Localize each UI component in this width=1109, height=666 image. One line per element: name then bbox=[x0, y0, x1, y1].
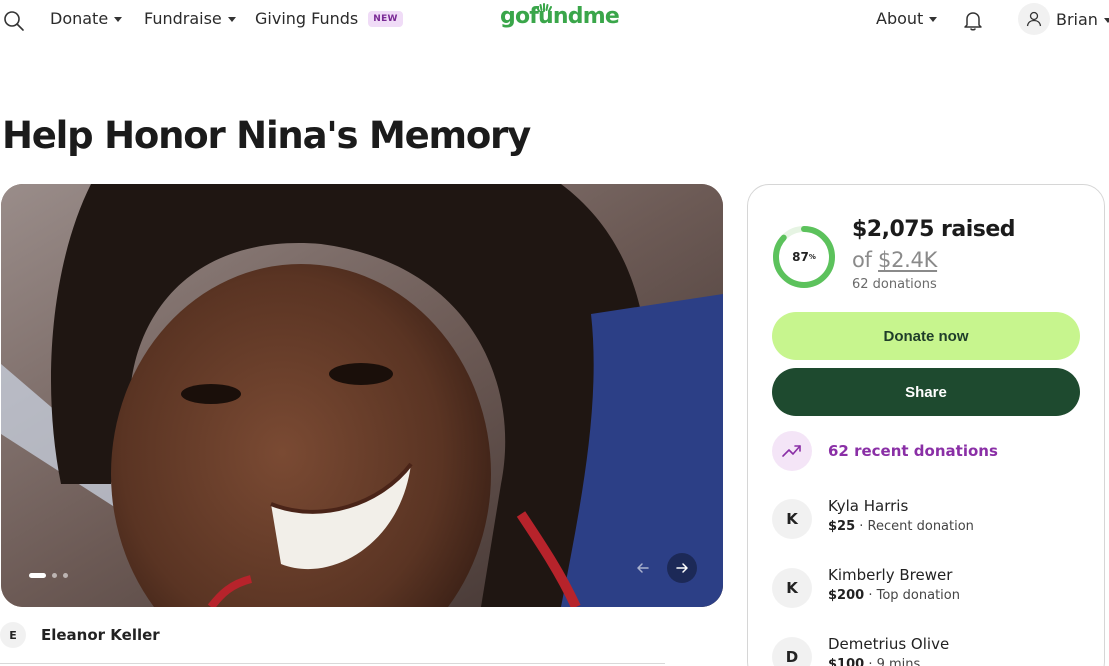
goal-amount[interactable]: $2.4K bbox=[878, 248, 937, 272]
chevron-down-icon bbox=[1103, 17, 1109, 23]
nav-giving-funds-label: Giving Funds bbox=[255, 9, 359, 28]
donation-count: 62 donations bbox=[852, 277, 937, 292]
donor-amount: $100 bbox=[828, 657, 865, 666]
donate-now-button[interactable]: Donate now bbox=[772, 312, 1080, 360]
trending-icon bbox=[772, 431, 812, 471]
slide-dot[interactable] bbox=[52, 573, 57, 578]
avatar bbox=[1018, 3, 1050, 35]
donor-item: D Demetrius Olive $100 · 9 mins bbox=[772, 635, 1092, 666]
progress-percent: 87% bbox=[772, 225, 836, 289]
user-menu-button[interactable]: Brian bbox=[1018, 3, 1109, 35]
donor-amount: $25 bbox=[828, 519, 856, 534]
donation-card: 87% $2,075 raised of $2.4K 62 donations … bbox=[747, 184, 1105, 666]
chevron-down-icon bbox=[227, 17, 236, 22]
arrow-left-icon bbox=[637, 563, 649, 573]
bell-icon[interactable] bbox=[962, 9, 984, 31]
organizer-name[interactable]: Eleanor Keller bbox=[41, 626, 160, 644]
gofundme-logo[interactable]: gofundme bbox=[500, 4, 620, 29]
goal: of $2.4K bbox=[852, 248, 937, 272]
search-icon[interactable] bbox=[3, 10, 25, 32]
next-slide-button[interactable] bbox=[667, 553, 697, 583]
nav-fundraise-label: Fundraise bbox=[144, 9, 222, 28]
nav-fundraise[interactable]: Fundraise bbox=[144, 9, 236, 28]
donor-item: K Kyla Harris $25 · Recent donation bbox=[772, 497, 1092, 545]
donor-item: K Kimberly Brewer $200 · Top donation bbox=[772, 566, 1092, 614]
slide-dot[interactable] bbox=[63, 573, 68, 578]
goal-prefix: of bbox=[852, 248, 872, 272]
nav-giving-funds[interactable]: Giving Funds NEW bbox=[255, 9, 403, 28]
percent-sign: % bbox=[808, 253, 816, 261]
nav-about-label: About bbox=[876, 9, 924, 28]
campaign-photo-illustration bbox=[1, 184, 723, 607]
user-name: Brian bbox=[1056, 9, 1098, 29]
donor-note: · Recent donation bbox=[859, 519, 974, 534]
donor-meta: $25 · Recent donation bbox=[828, 519, 974, 534]
organizer-avatar: E bbox=[0, 622, 26, 648]
arrow-right-icon bbox=[676, 563, 688, 573]
slide-indicator[interactable] bbox=[29, 573, 68, 578]
recent-donations-link[interactable]: 62 recent donations bbox=[828, 442, 998, 460]
progress-percent-value: 87 bbox=[792, 250, 809, 264]
campaign-photo[interactable] bbox=[1, 184, 723, 607]
organizer-row: E Eleanor Keller bbox=[0, 622, 665, 664]
donor-meta: $100 · 9 mins bbox=[828, 657, 920, 666]
donor-avatar: K bbox=[772, 499, 812, 539]
donor-meta: $200 · Top donation bbox=[828, 588, 960, 603]
previous-slide-button[interactable] bbox=[628, 553, 658, 583]
donor-avatar: K bbox=[772, 568, 812, 608]
donor-note: · Top donation bbox=[868, 588, 960, 603]
page-title: Help Honor Nina's Memory bbox=[2, 114, 531, 157]
nav-donate-label: Donate bbox=[50, 9, 109, 28]
share-button[interactable]: Share bbox=[772, 368, 1080, 416]
donor-avatar: D bbox=[772, 637, 812, 666]
nav-donate[interactable]: Donate bbox=[50, 9, 123, 28]
top-nav: Donate Fundraise Giving Funds NEW gofund… bbox=[0, 0, 1109, 40]
user-icon bbox=[1026, 11, 1042, 27]
nav-about[interactable]: About bbox=[876, 9, 938, 28]
donor-name: Demetrius Olive bbox=[828, 635, 950, 653]
trending-up-icon bbox=[782, 445, 801, 457]
donor-note: · 9 mins bbox=[868, 657, 921, 666]
donor-amount: $200 bbox=[828, 588, 865, 603]
donor-name: Kimberly Brewer bbox=[828, 566, 953, 584]
new-badge: NEW bbox=[368, 10, 403, 27]
chevron-down-icon bbox=[114, 17, 123, 22]
amount-raised: $2,075 raised bbox=[852, 217, 1016, 242]
slide-dot-active[interactable] bbox=[29, 573, 46, 578]
chevron-down-icon bbox=[929, 17, 938, 22]
donor-name: Kyla Harris bbox=[828, 497, 909, 515]
